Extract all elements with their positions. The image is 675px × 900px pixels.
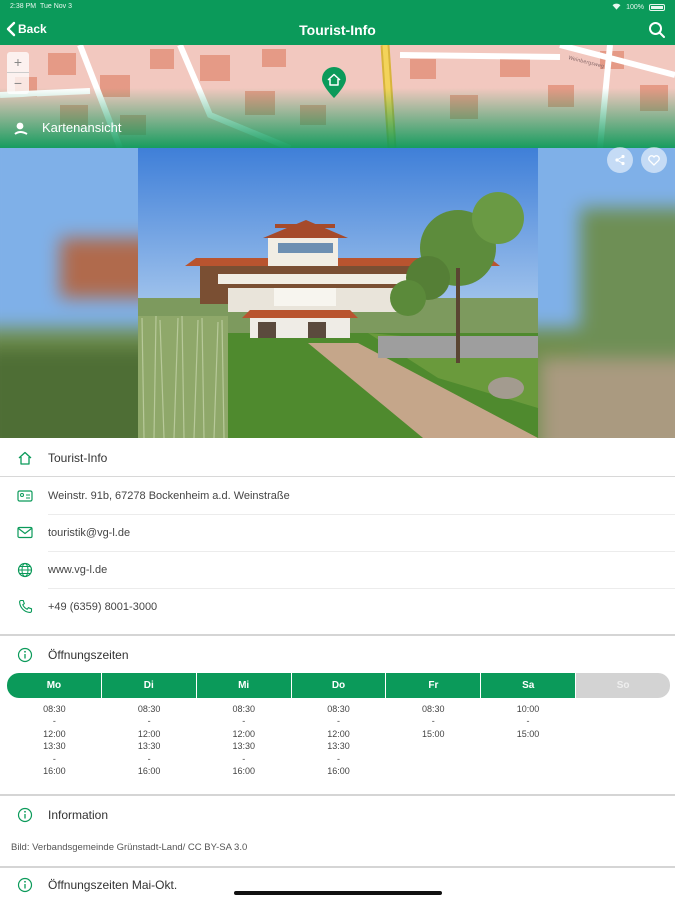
favorite-button[interactable]	[641, 147, 667, 173]
battery-percent: 100%	[626, 4, 644, 11]
battery-icon	[649, 4, 665, 11]
hours-line: 12:00	[137, 728, 161, 739]
status-right: 100%	[612, 3, 665, 12]
email-row[interactable]: touristik@vg-l.de	[0, 514, 675, 551]
hours-column-so	[575, 703, 670, 777]
hours-line: -	[242, 716, 246, 727]
opening-hours-grid: 08:30-12:00 13:30-16:00 08:30-12:00 13:30-…	[7, 703, 670, 777]
hours-column-do: 08:30-12:00 13:30-16:00	[291, 703, 386, 777]
hours-line: 13:30	[327, 741, 350, 752]
photo-carousel[interactable]	[0, 148, 675, 438]
seasonal-hours-title: Öffnungszeiten Mai-Okt.	[48, 877, 178, 892]
search-button[interactable]	[648, 21, 666, 39]
website-row[interactable]: www.vg-l.de	[0, 551, 675, 588]
day-tab-di[interactable]: Di	[101, 673, 197, 698]
hours-line: 16:00	[327, 766, 350, 777]
hours-line: -	[147, 716, 151, 727]
hours-line: -	[147, 753, 151, 764]
info-icon	[16, 876, 34, 894]
address-card-icon	[16, 487, 34, 505]
map-location-icon	[14, 122, 28, 135]
info-icon	[16, 646, 34, 664]
hours-line: 08:30	[43, 704, 66, 714]
map-view-label: Kartenansicht	[42, 120, 122, 135]
day-tab-so[interactable]: So	[576, 673, 670, 698]
phone-link[interactable]: +49 (6359) 8001-3000	[48, 601, 157, 613]
globe-icon	[16, 561, 34, 579]
day-tab-sa[interactable]: Sa	[481, 673, 577, 698]
email-link[interactable]: touristik@vg-l.de	[48, 527, 130, 539]
zoom-out-button[interactable]: −	[7, 73, 29, 94]
address-text: Weinstr. 91b, 67278 Bockenheim a.d. Wein…	[48, 489, 290, 502]
hours-line: 08:30	[421, 704, 445, 714]
status-time: 2:38 PM Tue Nov 3	[10, 3, 73, 10]
hours-line: 08:30	[232, 704, 256, 714]
address-row[interactable]: Weinstr. 91b, 67278 Bockenheim a.d. Wein…	[0, 477, 675, 514]
hours-line: 13:30	[43, 741, 66, 752]
share-button[interactable]	[607, 147, 633, 173]
hours-column-di: 08:30-12:00 13:30-16:00	[102, 703, 197, 777]
hours-line: 08:30	[327, 704, 350, 714]
map-zoom-control: + −	[7, 52, 29, 94]
hours-line: -	[431, 716, 435, 727]
hours-line: -	[526, 716, 530, 727]
status-bar: 2:38 PM Tue Nov 3 100%	[0, 0, 675, 14]
hours-line: 13:30	[232, 741, 256, 752]
hours-line: 12:00	[232, 728, 256, 739]
hours-line: 08:30	[137, 704, 161, 714]
contact-name-row: Tourist-Info	[0, 439, 675, 476]
hours-line: 15:00	[516, 728, 540, 739]
home-icon	[16, 449, 34, 467]
day-tab-mo[interactable]: Mo	[7, 673, 102, 698]
hours-line: -	[52, 753, 56, 764]
hours-line: -	[337, 716, 341, 727]
info-icon	[16, 806, 34, 824]
share-icon	[615, 154, 625, 166]
hours-line: -	[52, 716, 56, 727]
hours-line: -	[337, 753, 341, 764]
phone-row[interactable]: +49 (6359) 8001-3000	[0, 588, 675, 625]
search-icon	[649, 22, 665, 38]
hours-column-sa: 10:00 -15:00	[481, 703, 576, 777]
nav-bar: Back Tourist-Info	[0, 14, 675, 45]
hours-line: 12:00	[43, 728, 66, 739]
mail-icon	[16, 524, 34, 542]
hours-line: 10:00	[516, 704, 540, 714]
hours-line: 15:00	[421, 728, 445, 739]
map-view-link[interactable]: Kartenansicht	[14, 120, 122, 135]
day-tab-mi[interactable]: Mi	[196, 673, 292, 698]
hours-column-mo: 08:30-12:00 13:30-16:00	[7, 703, 102, 777]
hours-line: 13:30	[137, 741, 161, 752]
home-indicator	[234, 891, 442, 895]
page-title: Tourist-Info	[299, 22, 376, 38]
website-link[interactable]: www.vg-l.de	[48, 564, 107, 576]
information-title: Information	[48, 807, 109, 822]
opening-hours-title: Öffnungszeiten	[48, 647, 129, 662]
contact-name: Tourist-Info	[48, 450, 108, 465]
opening-hours-header: Öffnungszeiten	[0, 636, 675, 673]
wifi-icon	[612, 3, 621, 12]
hours-column-fr: 08:30 -15:00	[386, 703, 481, 777]
hours-line: 16:00	[43, 766, 66, 777]
day-tab-do[interactable]: Do	[291, 673, 387, 698]
image-credit: Bild: Verbandsgemeinde Grünstadt-Land/ C…	[11, 842, 248, 853]
day-tab-fr[interactable]: Fr	[386, 673, 482, 698]
hours-line: 16:00	[137, 766, 161, 777]
phone-icon	[16, 598, 34, 616]
hours-line: -	[242, 753, 246, 764]
hours-column-mi: 08:30-12:00 13:30-16:00	[196, 703, 291, 777]
hours-line: 12:00	[327, 728, 350, 739]
information-header: Information	[0, 796, 675, 833]
zoom-in-button[interactable]: +	[7, 52, 29, 73]
building-photo	[138, 148, 538, 438]
heart-icon	[648, 154, 660, 166]
map-pin-icon[interactable]	[321, 67, 347, 99]
weekday-strip: Mo Di Mi Do Fr Sa So	[7, 673, 670, 698]
hours-line: 16:00	[232, 766, 256, 777]
